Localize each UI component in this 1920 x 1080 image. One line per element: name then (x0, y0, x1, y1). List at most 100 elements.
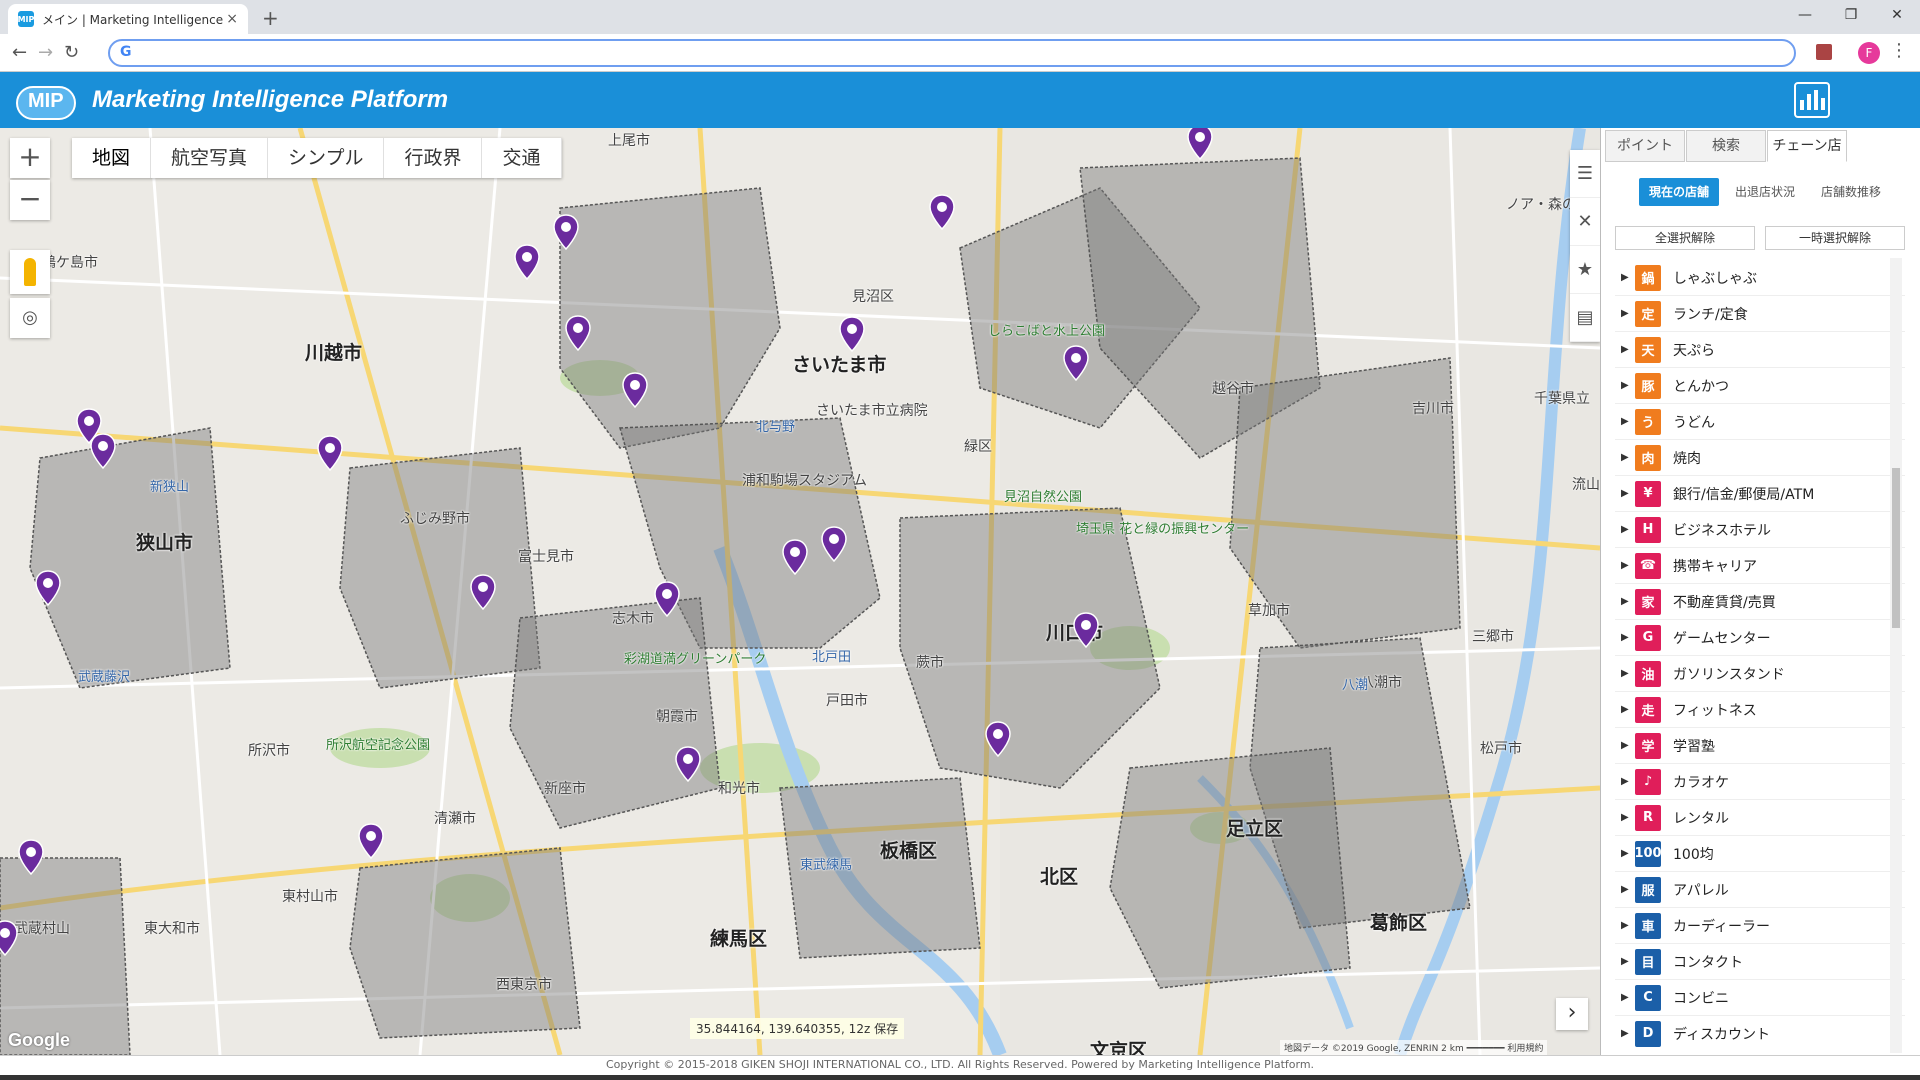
expand-arrow-icon[interactable]: ▶ (1615, 488, 1635, 499)
expand-arrow-icon[interactable]: ▶ (1615, 596, 1635, 607)
category-item[interactable]: ▶ 鍋しゃぶしゃぶ (1615, 260, 1905, 296)
map-pin-icon[interactable] (469, 574, 497, 611)
expand-arrow-icon[interactable]: ▶ (1615, 308, 1635, 319)
chevron-right-icon[interactable]: › (1556, 998, 1588, 1030)
star-icon[interactable]: ★ (1570, 246, 1600, 294)
locate-me-icon[interactable]: ◎ (10, 298, 50, 338)
category-item[interactable]: ▶ H ビジネスホテル (1615, 512, 1905, 548)
expand-arrow-icon[interactable]: ▶ (1615, 740, 1635, 751)
temp-deselect-button[interactable]: 一時選択解除 (1765, 226, 1905, 250)
expand-arrow-icon[interactable]: ▶ (1615, 632, 1635, 643)
forward-arrow-icon[interactable]: → (38, 42, 53, 63)
category-item[interactable]: ▶ 天天ぷら (1615, 332, 1905, 368)
document-icon[interactable]: ▤ (1570, 294, 1600, 342)
category-item[interactable]: ▶ 走フィットネス (1615, 692, 1905, 728)
omnibox-input[interactable]: G (108, 39, 1796, 67)
expand-arrow-icon[interactable]: ▶ (1615, 920, 1635, 931)
tab-search[interactable]: 検索 (1686, 130, 1766, 162)
category-item[interactable]: ▶ 油ガソリンスタンド (1615, 656, 1905, 692)
tab-close-icon[interactable]: × (226, 11, 238, 27)
expand-arrow-icon[interactable]: ▶ (1615, 992, 1635, 1003)
category-item[interactable]: ▶ 100 100均 (1615, 836, 1905, 872)
category-item[interactable]: ▶ ううどん (1615, 404, 1905, 440)
subtab-open-close[interactable]: 出退店状況 (1725, 178, 1805, 206)
expand-arrow-icon[interactable]: ▶ (1615, 704, 1635, 715)
browser-tab[interactable]: MIP メイン | Marketing Intelligence Pla × (8, 4, 248, 34)
category-item[interactable]: ▶ 家不動産賃貸/売買 (1615, 584, 1905, 620)
map-pin-icon[interactable] (621, 372, 649, 409)
expand-arrow-icon[interactable]: ▶ (1615, 560, 1635, 571)
map-pin-icon[interactable] (17, 839, 45, 876)
tab-point[interactable]: ポイント (1605, 130, 1685, 162)
map-pin-icon[interactable] (552, 214, 580, 251)
save-link[interactable]: 保存 (874, 1022, 898, 1036)
map-pin-icon[interactable] (928, 194, 956, 231)
map-pin-icon[interactable] (1062, 345, 1090, 382)
expand-arrow-icon[interactable]: ▶ (1615, 452, 1635, 463)
category-item[interactable]: ▶ R レンタル (1615, 800, 1905, 836)
map-pin-icon[interactable] (984, 721, 1012, 758)
expand-arrow-icon[interactable]: ▶ (1615, 812, 1635, 823)
category-item[interactable]: ▶ ☎ 携帯キャリア (1615, 548, 1905, 584)
map-pin-icon[interactable] (1072, 612, 1100, 649)
new-tab-button[interactable]: + (262, 6, 279, 30)
zoom-in-button[interactable]: + (10, 138, 50, 178)
expand-arrow-icon[interactable]: ▶ (1615, 1028, 1635, 1039)
category-item[interactable]: ▶ 車カーディーラー (1615, 908, 1905, 944)
category-item[interactable]: ▶ 学学習塾 (1615, 728, 1905, 764)
expand-arrow-icon[interactable]: ▶ (1615, 776, 1635, 787)
category-item[interactable]: ▶ 定ランチ/定食 (1615, 296, 1905, 332)
category-item[interactable]: ▶ ¥ 銀行/信金/郵便局/ATM (1615, 476, 1905, 512)
list-icon[interactable]: ☰ (1570, 150, 1600, 198)
expand-arrow-icon[interactable]: ▶ (1615, 344, 1635, 355)
tools-icon[interactable]: ✕ (1570, 198, 1600, 246)
map-attribution[interactable]: 地図データ ©2019 Google, ZENRIN 2 km ━━━━━━━ … (1280, 1040, 1548, 1055)
browser-menu-icon[interactable]: ⋮ (1890, 40, 1908, 61)
category-item[interactable]: ▶ 服アパレル (1615, 872, 1905, 908)
expand-arrow-icon[interactable]: ▶ (1615, 524, 1635, 535)
tab-chain-store[interactable]: チェーン店 (1767, 130, 1847, 162)
expand-arrow-icon[interactable]: ▶ (1615, 956, 1635, 967)
profile-avatar[interactable]: F (1858, 42, 1880, 64)
map-pin-icon[interactable] (653, 581, 681, 618)
subtab-current-stores[interactable]: 現在の店舗 (1639, 178, 1720, 206)
expand-arrow-icon[interactable]: ▶ (1615, 380, 1635, 391)
close-window-button[interactable]: ✕ (1874, 0, 1920, 34)
expand-arrow-icon[interactable]: ▶ (1615, 848, 1635, 859)
category-item[interactable]: ▶ 目コンタクト (1615, 944, 1905, 980)
map-type-traffic[interactable]: 交通 (482, 138, 562, 178)
map-pin-icon[interactable] (357, 823, 385, 860)
back-arrow-icon[interactable]: ← (12, 42, 27, 63)
category-item[interactable]: ▶ 豚とんかつ (1615, 368, 1905, 404)
maximize-button[interactable]: ❐ (1828, 0, 1874, 34)
map-type-admin[interactable]: 行政界 (384, 138, 483, 178)
category-item[interactable]: ▶ G ゲームセンター (1615, 620, 1905, 656)
deselect-all-button[interactable]: 全選択解除 (1615, 226, 1755, 250)
street-view-pegman-icon[interactable] (10, 250, 50, 294)
map-pin-icon[interactable] (34, 570, 62, 607)
extension-icon[interactable] (1816, 44, 1832, 60)
map-pin-icon[interactable] (674, 746, 702, 783)
map-type-map[interactable]: 地図 (72, 138, 152, 178)
scrollbar-thumb[interactable] (1892, 468, 1900, 628)
expand-arrow-icon[interactable]: ▶ (1615, 884, 1635, 895)
category-item[interactable]: ▶ 肉焼肉 (1615, 440, 1905, 476)
expand-arrow-icon[interactable]: ▶ (1615, 416, 1635, 427)
category-item[interactable]: ▶ C コンビニ (1615, 980, 1905, 1016)
map-pin-icon[interactable] (781, 539, 809, 576)
zoom-out-button[interactable]: − (10, 180, 50, 220)
category-item[interactable]: ▶ ♪ カラオケ (1615, 764, 1905, 800)
map-pin-icon[interactable] (316, 435, 344, 472)
map-pin-icon[interactable] (838, 316, 866, 353)
map-pin-icon[interactable] (0, 920, 19, 957)
map-type-simple[interactable]: シンプル (268, 138, 385, 178)
subtab-store-trend[interactable]: 店舗数推移 (1811, 178, 1891, 206)
sidebar-scrollbar[interactable] (1890, 258, 1902, 1053)
map-pin-icon[interactable] (513, 244, 541, 281)
category-item[interactable]: ▶ D ディスカウント (1615, 1016, 1905, 1050)
map-type-satellite[interactable]: 航空写真 (151, 138, 269, 178)
map-pin-icon[interactable] (1186, 128, 1214, 161)
map-canvas[interactable]: 上尾市 さいたま市 川越市 鶴ケ島市 狭山市 ふじみ野市 富士見市 志木市 朝霞… (0, 128, 1600, 1055)
chart-report-button[interactable] (1794, 82, 1830, 118)
reload-icon[interactable]: ↻ (64, 42, 79, 63)
